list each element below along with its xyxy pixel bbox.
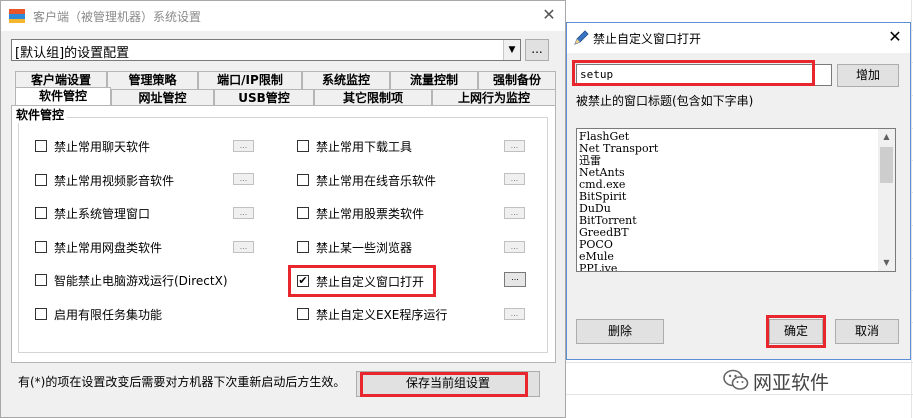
- option-label: 禁止自定义EXE程序运行: [316, 308, 448, 322]
- option-label: 禁止常用在线音乐软件: [316, 174, 437, 188]
- list-item[interactable]: PPLive: [579, 263, 617, 272]
- app-icon: [9, 9, 25, 23]
- scroll-thumb[interactable]: [880, 147, 893, 183]
- tab-system-monitor[interactable]: 系统监控: [302, 71, 390, 89]
- close-icon[interactable]: ✕: [537, 4, 561, 28]
- tab-port-ip[interactable]: 端口/IP限制: [198, 71, 302, 89]
- checkbox[interactable]: [35, 140, 47, 152]
- option-settings-button[interactable]: ...: [504, 308, 525, 320]
- option-settings-button[interactable]: ...: [233, 207, 254, 219]
- blocked-titles-list[interactable]: FlashGet Net Transport 迅雷 NetAnts cmd.ex…: [576, 128, 896, 272]
- highlight-frame: [288, 265, 436, 297]
- option-settings-button[interactable]: ...: [233, 140, 254, 152]
- config-select-value: [默认组]的设置配置: [15, 46, 130, 61]
- tab-traffic-control[interactable]: 流量控制: [390, 71, 478, 89]
- option-label: 禁止常用网盘类软件: [54, 241, 163, 255]
- watermark-text: 网亚软件: [753, 372, 830, 394]
- checkbox[interactable]: [35, 274, 47, 286]
- pencil-icon: [574, 30, 589, 45]
- option-label: 智能禁止电脑游戏运行(DirectX): [54, 274, 228, 288]
- custom-window-settings-button[interactable]: ...: [504, 272, 526, 287]
- tab-software-control[interactable]: 软件管控: [15, 87, 111, 106]
- settings-titlebar: 客户端（被管理机器）系统设置 ✕: [1, 1, 565, 31]
- option-label: 禁止某一些浏览器: [316, 241, 413, 255]
- option-settings-button[interactable]: ...: [504, 241, 525, 253]
- restart-footnote: 有(*)的项在设置改变后需要对方机器下次重新启动后方生效。: [18, 375, 346, 389]
- scroll-up-icon[interactable]: ▲: [878, 129, 895, 145]
- checkbox[interactable]: [297, 174, 309, 186]
- checkbox[interactable]: [297, 207, 309, 219]
- scroll-down-icon[interactable]: ▼: [878, 255, 895, 271]
- group-title: 软件管控: [13, 106, 68, 123]
- option-label: 禁止常用下载工具: [316, 140, 413, 154]
- option-settings-button[interactable]: ...: [233, 241, 254, 253]
- checkbox[interactable]: [35, 241, 47, 253]
- highlight-frame: [766, 315, 826, 348]
- checkbox[interactable]: [297, 241, 309, 253]
- highlight-frame: [360, 372, 528, 397]
- dialog-titlebar: 禁止自定义窗口打开 ✕: [567, 23, 910, 53]
- tab-backup[interactable]: 强制备份: [478, 71, 556, 89]
- checkbox[interactable]: [297, 308, 309, 320]
- checkbox[interactable]: [35, 207, 47, 219]
- checkbox[interactable]: [35, 308, 47, 320]
- config-browse-button[interactable]: ...: [525, 39, 549, 61]
- wechat-icon: [723, 369, 749, 390]
- option-settings-button[interactable]: ...: [504, 207, 525, 219]
- option-label: 启用有限任务集功能: [54, 308, 163, 322]
- option-settings-button[interactable]: ...: [504, 173, 525, 185]
- config-select[interactable]: [默认组]的设置配置 ▼: [11, 39, 521, 61]
- option-settings-button[interactable]: ...: [233, 173, 254, 185]
- option-label: 禁止系统管理窗口: [54, 207, 151, 221]
- custom-window-dialog: 禁止自定义窗口打开 ✕ setup 增加 被禁止的窗口标题(包含如下字串) Fl…: [566, 22, 911, 360]
- option-label: 禁止常用股票类软件: [316, 207, 425, 221]
- chevron-down-icon[interactable]: ▼: [503, 40, 520, 60]
- option-label: 禁止常用视频影音软件: [54, 174, 175, 188]
- list-caption: 被禁止的窗口标题(包含如下字串): [576, 94, 754, 108]
- settings-window: 客户端（被管理机器）系统设置 ✕ [默认组]的设置配置 ▼ ... 客户端设置 …: [0, 0, 566, 418]
- add-button[interactable]: 增加: [837, 64, 899, 87]
- list-scrollbar[interactable]: ▲ ▼: [878, 129, 895, 271]
- option-settings-button[interactable]: ...: [504, 140, 525, 152]
- cancel-button[interactable]: 取消: [835, 319, 899, 344]
- close-icon[interactable]: ✕: [883, 26, 907, 50]
- checkbox[interactable]: [35, 174, 47, 186]
- option-label: 禁止常用聊天软件: [54, 140, 151, 154]
- highlight-frame: [572, 60, 815, 86]
- delete-button[interactable]: 删除: [576, 319, 664, 344]
- window-title: 客户端（被管理机器）系统设置: [33, 10, 202, 24]
- checkbox[interactable]: [297, 140, 309, 152]
- dialog-title: 禁止自定义窗口打开: [593, 32, 702, 46]
- tab-policy[interactable]: 管理策略: [107, 71, 198, 89]
